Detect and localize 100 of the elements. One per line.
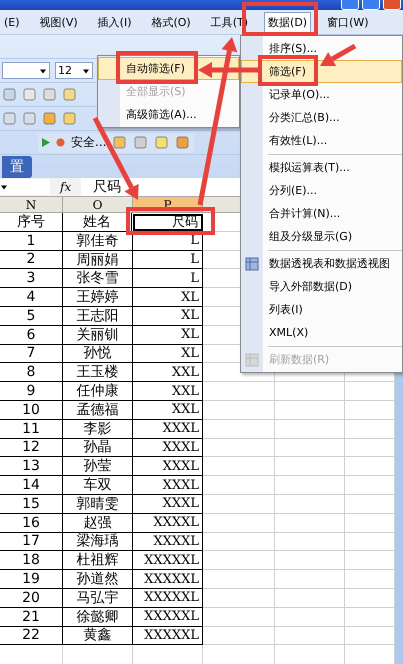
- dropdown-icon[interactable]: [0, 183, 8, 191]
- menu[interactable]: (E): [0, 12, 24, 32]
- table-cell: 徐懿卿: [63, 608, 133, 627]
- table-cell: 5: [0, 306, 63, 326]
- table-cell: [275, 551, 345, 570]
- close-button[interactable]: [383, 0, 401, 10]
- table-cell: [275, 400, 345, 420]
- table-cell: XXXXXL: [133, 588, 203, 608]
- table-cell: 9: [0, 382, 63, 401]
- menu-item[interactable]: 导入外部数据(D): [241, 275, 402, 298]
- table-cell: XXXXXL: [133, 551, 203, 570]
- shape-icon[interactable]: [2, 111, 17, 126]
- table-cell: XXL: [133, 400, 203, 420]
- menu-item[interactable]: 分类汇总(B)...: [241, 106, 402, 129]
- table-cell: [203, 400, 275, 420]
- preview-icon[interactable]: [22, 87, 37, 102]
- menu[interactable]: 窗口(W): [323, 12, 373, 32]
- dropdown-icon[interactable]: [39, 66, 47, 74]
- dropdown-icon[interactable]: [82, 66, 90, 74]
- table-cell: 孙悦: [63, 344, 133, 364]
- table-cell: [203, 626, 275, 646]
- menu-item[interactable]: 列表(I): [241, 298, 402, 321]
- table-cell: 尺码: [133, 214, 203, 231]
- table-cell: L: [133, 269, 203, 288]
- function-label[interactable]: fx: [60, 180, 72, 194]
- table-cell: XXXXL: [133, 514, 203, 533]
- record-icon[interactable]: [56, 138, 65, 147]
- edit-icon[interactable]: [112, 135, 128, 150]
- menu-item[interactable]: XML(X): [241, 321, 402, 344]
- menu[interactable]: 格式(O): [147, 12, 195, 32]
- table-cell: 任仲康: [63, 382, 133, 401]
- table-cell: [275, 626, 345, 646]
- tools-icon[interactable]: [133, 135, 148, 150]
- table-cell: [203, 588, 275, 608]
- table-icon: [245, 353, 259, 367]
- table-cell: 孙莹: [63, 457, 133, 476]
- chart-icon[interactable]: [154, 135, 170, 150]
- table-icon: [245, 257, 259, 271]
- menu-item[interactable]: 组及分级显示(G): [241, 225, 402, 248]
- minimize-button[interactable]: [341, 0, 359, 10]
- folder-icon[interactable]: [62, 111, 77, 126]
- table-cell: 10: [0, 400, 63, 420]
- table-cell: XXXL: [133, 438, 203, 458]
- table-cell: [203, 438, 275, 458]
- table-cell: [203, 382, 275, 401]
- table-cell: 孙道然: [63, 570, 133, 589]
- table-cell: [275, 476, 345, 495]
- menu-item[interactable]: 有效性(L)...: [241, 129, 402, 152]
- table-cell: 李影: [63, 420, 133, 439]
- arrow: [320, 44, 356, 66]
- badge-icon[interactable]: [42, 111, 57, 126]
- table-cell: 7: [0, 344, 63, 364]
- table-cell: [275, 438, 345, 458]
- table-cell: XXL: [133, 363, 203, 382]
- font-field[interactable]: [2, 62, 50, 79]
- table-cell: 黄鑫: [63, 626, 133, 646]
- table-cell: 4: [0, 288, 63, 307]
- table-cell: [203, 570, 275, 589]
- print-icon[interactable]: [2, 87, 17, 102]
- column-header[interactable]: N: [0, 197, 63, 213]
- tool-icon[interactable]: [22, 111, 37, 126]
- security-button[interactable]: 安全...: [71, 134, 106, 151]
- play-icon[interactable]: [42, 138, 50, 147]
- menu-item[interactable]: 合并计算(N)...: [241, 202, 402, 225]
- table-cell: 关丽钏: [63, 326, 133, 345]
- menu-item[interactable]: 模拟运算表(T)...: [241, 156, 402, 179]
- table-cell: [275, 494, 345, 514]
- table-cell: XXXXL: [133, 532, 203, 552]
- menu-item[interactable]: 数据透视表和数据透视图: [241, 252, 402, 275]
- table-cell: 16: [0, 514, 63, 533]
- table-cell: 11: [0, 420, 63, 439]
- table-cell: 赵强: [63, 514, 133, 533]
- table-cell: [203, 420, 275, 439]
- brush-icon[interactable]: [62, 87, 77, 102]
- menu-item[interactable]: 排序(S)...: [241, 37, 402, 60]
- table-cell: 15: [0, 494, 63, 514]
- menu[interactable]: 数据(D): [264, 12, 312, 32]
- table-cell: XXXXXL: [133, 608, 203, 627]
- table-cell: XXXXXL: [133, 570, 203, 589]
- menu-item[interactable]: 高级筛选(A)...: [98, 103, 239, 126]
- table-cell: 马弘宇: [63, 588, 133, 608]
- table-cell: 梁海瑀: [63, 532, 133, 552]
- circles-icon[interactable]: [175, 135, 190, 150]
- table-cell: 王志阳: [63, 306, 133, 326]
- table-cell: 20: [0, 588, 63, 608]
- copy-icon[interactable]: [42, 87, 57, 102]
- menu-item[interactable]: 分列(E)...: [241, 179, 402, 202]
- menu[interactable]: 插入(I): [94, 12, 136, 32]
- table-cell: 杜祖辉: [63, 551, 133, 570]
- menu[interactable]: 视图(V): [36, 12, 82, 32]
- table-cell: 6: [0, 326, 63, 345]
- font-size-field[interactable]: 12: [55, 62, 93, 79]
- table-cell: [203, 608, 275, 627]
- table-cell: [275, 382, 345, 401]
- maximize-button[interactable]: [362, 0, 380, 10]
- toolbar-tab[interactable]: 置: [2, 156, 32, 178]
- table-cell: [203, 514, 275, 533]
- table-cell: [203, 494, 275, 514]
- menu-item[interactable]: 记录单(O)...: [241, 83, 402, 106]
- table-cell: XXL: [133, 382, 203, 401]
